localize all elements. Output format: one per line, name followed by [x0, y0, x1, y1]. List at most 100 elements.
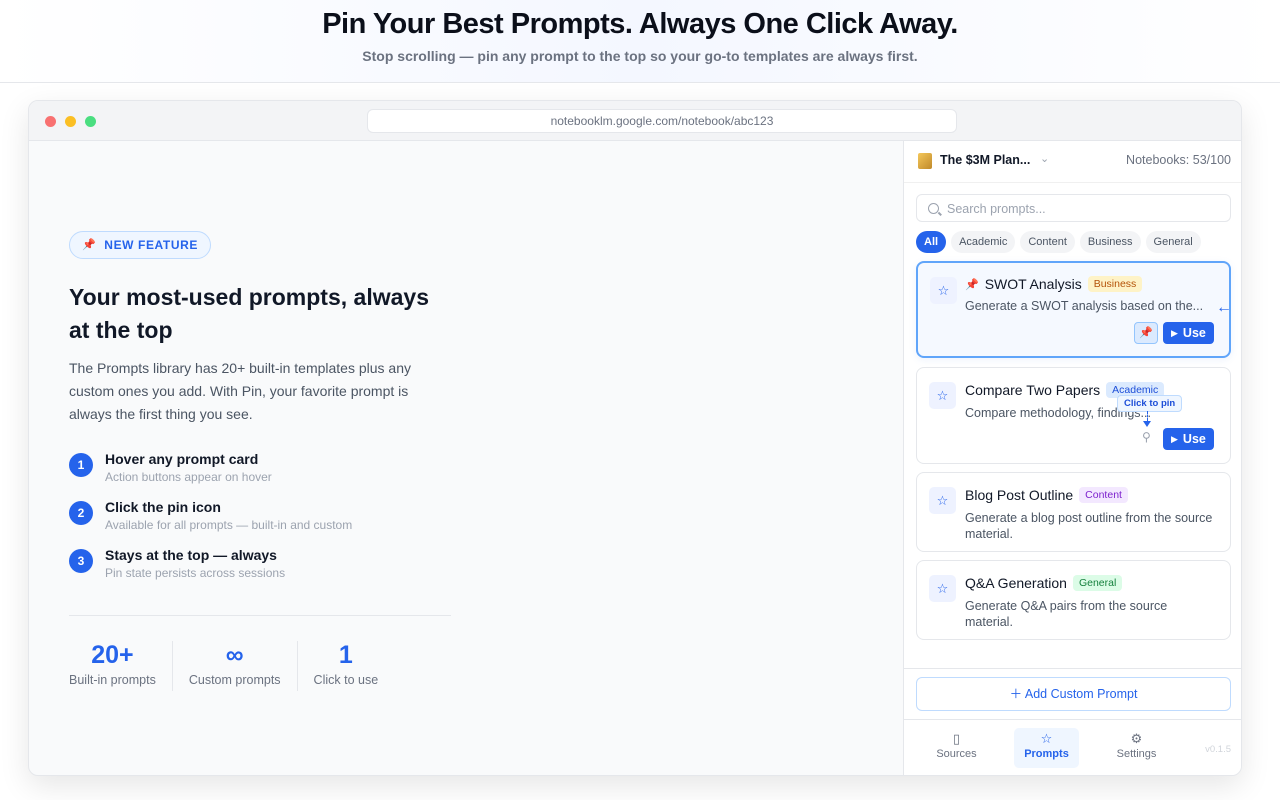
filter-general[interactable]: General [1145, 231, 1201, 253]
minimize-window-button[interactable] [65, 116, 76, 127]
step-number: 1 [69, 453, 93, 477]
browser-window: notebooklm.google.com/notebook/abc123 📌 … [28, 100, 1242, 776]
search-input[interactable] [947, 199, 1217, 219]
step-item: 2 Click the pin icon Available for all p… [69, 499, 449, 547]
prompt-card-blog[interactable]: ☆ Blog Post Outline Content Generate a b… [916, 472, 1231, 552]
filter-all[interactable]: All [916, 231, 947, 253]
unpin-button[interactable]: 📌 [1134, 322, 1158, 344]
notebook-count: Notebooks: 53/100 [1126, 153, 1231, 167]
steps-list: 1 Hover any prompt card Action buttons a… [69, 451, 449, 595]
prompt-title: Q&A Generation General [965, 575, 1123, 591]
browser-titlebar: notebooklm.google.com/notebook/abc123 [29, 101, 1241, 141]
add-button-label: Add Custom Prompt [1024, 687, 1138, 701]
pin-icon[interactable]: ⚲ [1142, 430, 1151, 444]
tooltip-arrow [1143, 421, 1151, 427]
hero-title: Pin Your Best Prompts. Always One Click … [322, 8, 958, 40]
star-icon: ☆ [930, 277, 957, 304]
star-icon: ☆ [1040, 731, 1053, 746]
stat-value: 20+ [91, 641, 134, 669]
close-window-button[interactable] [45, 116, 56, 127]
search-box[interactable] [916, 194, 1231, 222]
nav-label: Settings [1116, 748, 1157, 760]
new-feature-badge: 📌 NEW FEATURE [69, 231, 212, 259]
category-tag: Content [1079, 487, 1128, 503]
play-icon: ▶ [1171, 434, 1178, 444]
add-custom-prompt-button[interactable]: ＋ Add Custom Prompt [916, 677, 1231, 711]
address-bar[interactable]: notebooklm.google.com/notebook/abc123 [367, 109, 957, 133]
stat-label: Built-in prompts [69, 673, 156, 687]
step-title: Click the pin icon [105, 499, 221, 515]
star-icon: ☆ [929, 575, 956, 602]
search-icon [928, 203, 939, 214]
badge-label: NEW FEATURE [104, 238, 199, 252]
stat-item: 20+ Built-in prompts [69, 641, 172, 691]
prompt-description: Generate a blog post outline from the so… [965, 511, 1213, 541]
stat-value: 1 [338, 641, 353, 669]
prompt-title-text: Compare Two Papers [965, 382, 1101, 398]
gear-icon: ⚙ [1130, 731, 1143, 746]
category-tag: Business [1087, 276, 1143, 292]
step-number: 2 [69, 501, 93, 525]
pinned-icon: 📌 [965, 278, 979, 291]
bottom-nav: ▯ Sources ☆ Prompts ⚙ Settings v0.1.5 [904, 720, 1241, 775]
category-filters: All Academic Content Business General [916, 231, 1201, 253]
feature-headline: Your most-used prompts, always at the to… [69, 284, 429, 343]
stat-value: ∞ [225, 641, 244, 669]
step-title: Hover any prompt card [105, 451, 259, 467]
category-tag: General [1072, 575, 1123, 591]
step-number: 3 [69, 549, 93, 573]
book-icon: ▯ [952, 731, 961, 746]
stat-item: ∞ Custom prompts [171, 641, 297, 691]
step-subtitle: Pin state persists across sessions [105, 566, 286, 580]
hero-banner: Pin Your Best Prompts. Always One Click … [0, 0, 1280, 83]
panel-divider [904, 668, 1241, 669]
nav-label: Prompts [1024, 748, 1069, 760]
use-button[interactable]: ▶ Use [1163, 428, 1214, 450]
nav-prompts[interactable]: ☆ Prompts [1014, 728, 1079, 768]
section-divider [69, 615, 451, 616]
feature-paragraph: The Prompts library has 20+ built-in tem… [69, 360, 411, 422]
nav-label: Sources [936, 748, 977, 760]
use-button-label: Use [1182, 326, 1206, 340]
step-item: 1 Hover any prompt card Action buttons a… [69, 451, 449, 499]
prompt-card-compare[interactable]: ☆ Compare Two Papers Academic Compare me… [916, 367, 1231, 464]
panel-header: The $3M Plan... ⌄ Notebooks: 53/100 [904, 141, 1241, 183]
plus-icon: ＋ [1009, 687, 1023, 701]
stat-label: Click to use [313, 673, 379, 687]
filter-content[interactable]: Content [1020, 231, 1075, 253]
pin-icon: 📌 [82, 239, 97, 251]
star-icon: ☆ [929, 487, 956, 514]
notebook-icon [918, 153, 932, 169]
prompt-title-text: Blog Post Outline [965, 487, 1074, 503]
step-title: Stays at the top — always [105, 547, 277, 563]
feature-description: 📌 NEW FEATURE Your most-used prompts, al… [69, 141, 469, 775]
use-button-label: Use [1182, 432, 1206, 446]
nav-sources[interactable]: ▯ Sources [924, 728, 989, 768]
step-subtitle: Available for all prompts — built-in and… [105, 518, 353, 532]
version-label: v0.1.5 [1205, 744, 1231, 755]
prompt-description: Generate a SWOT analysis based on the... [965, 299, 1204, 313]
step-subtitle: Action buttons appear on hover [105, 470, 272, 484]
prompt-description: Generate Q&A pairs from the source mater… [965, 599, 1168, 629]
prompt-title-text: Q&A Generation [965, 575, 1067, 591]
star-icon: ☆ [929, 382, 956, 409]
tooltip-connector [1147, 411, 1148, 421]
extension-panel: The $3M Plan... ⌄ Notebooks: 53/100 All … [903, 141, 1241, 775]
prompt-card-swot[interactable]: ☆ 📌 SWOT Analysis Business Generate a SW… [916, 261, 1231, 358]
hero-subtitle: Stop scrolling — pin any prompt to the t… [362, 48, 918, 64]
chevron-down-icon[interactable]: ⌄ [1040, 152, 1049, 165]
arrow-left-icon: ← [1216, 299, 1232, 316]
pin-tooltip: Click to pin [1117, 395, 1183, 412]
play-icon: ▶ [1171, 328, 1178, 338]
stat-label: Custom prompts [188, 673, 281, 687]
step-item: 3 Stays at the top — always Pin state pe… [69, 547, 449, 595]
prompt-card-qa[interactable]: ☆ Q&A Generation General Generate Q&A pa… [916, 560, 1231, 640]
filter-academic[interactable]: Academic [951, 231, 1016, 253]
prompt-title-text: SWOT Analysis [984, 276, 1082, 292]
filter-business[interactable]: Business [1079, 231, 1141, 253]
use-button[interactable]: ▶ Use [1163, 322, 1214, 344]
prompt-title: Blog Post Outline Content [965, 487, 1128, 503]
notebook-selector[interactable]: The $3M Plan... [940, 153, 1030, 167]
nav-settings[interactable]: ⚙ Settings [1104, 728, 1169, 768]
maximize-window-button[interactable] [85, 116, 96, 127]
